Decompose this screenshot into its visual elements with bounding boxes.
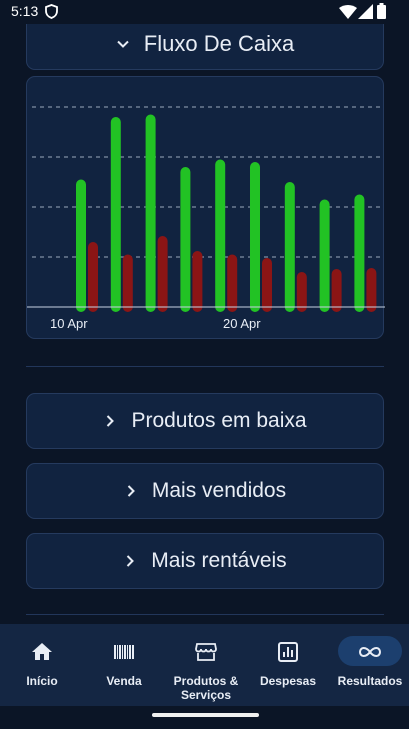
income-bar <box>180 167 191 312</box>
expense-bar <box>296 272 307 312</box>
nav-item-produtos-servicos[interactable]: Produtos & Serviços <box>166 624 246 706</box>
nav-label: Produtos & Serviços <box>173 674 239 702</box>
chart-canvas: 10 Apr 20 Apr <box>27 106 385 331</box>
barcode-icon <box>114 645 134 659</box>
divider <box>26 366 384 367</box>
accordion-most-profitable[interactable]: Mais rentáveis <box>26 533 384 589</box>
accordion-low-products[interactable]: Produtos em baixa <box>26 393 384 449</box>
expense-bar <box>262 258 272 312</box>
accordion-best-sellers[interactable]: Mais vendidos <box>26 463 384 519</box>
income-bar <box>110 117 121 312</box>
divider <box>26 614 384 615</box>
cash-flow-header[interactable]: Fluxo De Caixa <box>26 18 384 70</box>
nav-item-despesas[interactable]: Despesas <box>248 624 328 706</box>
income-bar <box>354 194 365 312</box>
home-icon <box>32 643 52 660</box>
shield-icon <box>45 4 58 19</box>
income-bar <box>145 114 156 312</box>
chevron-right-icon <box>107 415 115 427</box>
accordion-title: Produtos em baixa <box>131 409 307 432</box>
expense-bar <box>122 254 133 312</box>
nav-label: Início <box>26 674 58 688</box>
expense-bar <box>227 254 238 312</box>
nav-label: Resultados <box>337 674 403 688</box>
gesture-area <box>0 706 409 729</box>
chevron-right-icon <box>127 485 135 497</box>
nav-label: Venda <box>106 674 142 688</box>
store-icon <box>195 643 217 661</box>
nav-label: Despesas <box>259 674 317 688</box>
expense-bar <box>192 251 203 312</box>
accordion-title: Mais vendidos <box>151 479 287 502</box>
income-bar <box>284 182 295 312</box>
wifi-icon <box>339 5 357 19</box>
nav-item-inicio[interactable]: Início <box>2 624 82 706</box>
income-bar <box>319 199 330 312</box>
expense-bar <box>157 236 168 312</box>
accordion-title: Mais rentáveis <box>151 549 287 572</box>
x-tick-label: 20 Apr <box>223 316 261 331</box>
home-gesture-bar[interactable] <box>152 713 259 717</box>
bottom-navigation: Início Venda Produtos & Serviços Despesa <box>0 624 409 706</box>
infinity-icon <box>358 646 382 658</box>
expense-bar <box>88 242 98 312</box>
expense-bar <box>366 268 377 312</box>
chevron-down-icon <box>117 40 129 48</box>
chevron-right-icon <box>127 555 135 567</box>
report-icon <box>278 642 298 662</box>
battery-icon <box>377 3 386 19</box>
cash-flow-title: Fluxo De Caixa <box>143 30 295 56</box>
status-bar: 5:13 <box>0 0 409 24</box>
x-tick-label: 10 Apr <box>50 316 88 331</box>
status-time: 5:13 <box>11 3 39 19</box>
signal-icon <box>358 4 373 19</box>
nav-item-venda[interactable]: Venda <box>84 624 164 706</box>
nav-item-resultados[interactable]: Resultados <box>330 624 409 706</box>
income-bar <box>250 162 260 312</box>
expense-bar <box>331 269 342 312</box>
income-bar <box>76 179 86 312</box>
cash-flow-chart: 10 Apr 20 Apr <box>26 76 385 339</box>
income-bar <box>215 159 226 312</box>
